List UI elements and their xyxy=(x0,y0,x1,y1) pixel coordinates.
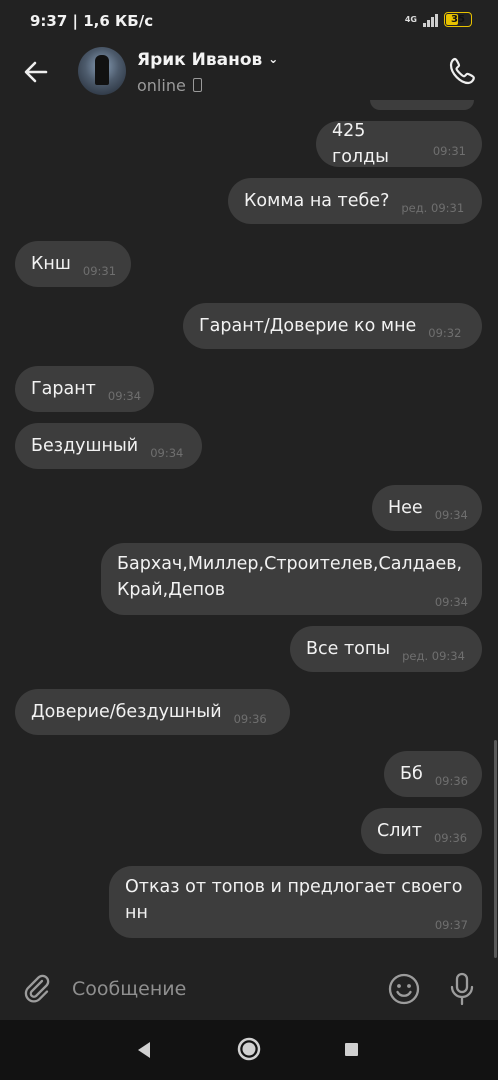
message-bubble-out[interactable]: Бархач,Миллер,Строителев,Салдаев, Край,Д… xyxy=(101,543,482,615)
message-text-line: Край,Депов xyxy=(117,580,226,600)
message-meta: ред. 09:34 xyxy=(402,649,465,663)
chat-header: Ярик Иванов ⌄ online xyxy=(0,42,498,102)
message-bubble-out[interactable]: Отказ от топов и предлогает своего нн 09… xyxy=(109,866,482,938)
presence-status: online xyxy=(137,76,202,95)
battery-icon: 35 xyxy=(444,12,472,27)
message-text: Гарант xyxy=(31,379,96,399)
message-bubble-out[interactable]: Гарант/Доверие ко мне 09:32 xyxy=(183,303,482,349)
microphone-icon[interactable] xyxy=(448,971,476,1007)
phone-icon[interactable] xyxy=(446,54,480,88)
message-time: 09:34 xyxy=(107,389,142,403)
composer-bar xyxy=(0,958,498,1020)
contact-name-button[interactable]: Ярик Иванов ⌄ xyxy=(137,50,278,70)
nav-back-icon[interactable] xyxy=(136,1041,152,1059)
presence-text: online xyxy=(137,76,186,95)
message-bubble-in[interactable]: Гарант 09:34 xyxy=(15,366,154,412)
message-bubble-out[interactable]: 425 голды 09:31 xyxy=(316,121,482,167)
message-bubble-out[interactable]: Бб 09:36 xyxy=(384,751,482,797)
message-text: Кнш xyxy=(31,254,71,274)
message-text-line: нн xyxy=(125,903,148,923)
message-bubble-in[interactable]: Доверие/бездушный 09:36 xyxy=(15,689,290,735)
message-text: 425 голды xyxy=(332,121,390,167)
message-text: Бб xyxy=(400,764,423,784)
nav-home-icon[interactable] xyxy=(237,1037,261,1061)
message-time: 09:37 xyxy=(434,918,468,932)
message-time: 09:34 xyxy=(150,446,184,460)
network-type: 4G xyxy=(404,14,417,24)
avatar[interactable] xyxy=(78,47,126,95)
edited-label: ред. xyxy=(401,201,428,215)
message-text: Нее xyxy=(388,498,423,518)
mobile-device-icon xyxy=(192,78,202,92)
paperclip-icon[interactable] xyxy=(22,972,52,1004)
message-time: 09:36 xyxy=(434,774,468,788)
message-text: Гарант/Доверие ко мне xyxy=(199,316,417,336)
arrow-left-icon[interactable] xyxy=(20,56,52,88)
message-time: 09:36 xyxy=(233,712,267,726)
nav-recents-icon[interactable] xyxy=(345,1043,358,1056)
message-text: Все топы xyxy=(306,639,391,659)
message-meta: ред. 09:31 xyxy=(401,201,464,215)
system-nav-bar xyxy=(0,1020,498,1080)
message-input[interactable] xyxy=(72,974,362,1004)
message-text: Бездушный xyxy=(31,436,139,456)
contact-name: Ярик Иванов xyxy=(137,50,263,70)
status-time: 9:37 | 1,6 КБ/с xyxy=(30,12,154,30)
message-time: 09:32 xyxy=(428,326,462,340)
message-text-line: Бархач,Миллер,Строителев,Салдаев, xyxy=(117,554,463,574)
message-text: Комма на тебе? xyxy=(244,191,390,211)
message-bubble-out[interactable]: Нее 09:34 xyxy=(372,485,482,531)
message-time: 09:34 xyxy=(434,508,468,522)
message-text-line: Отказ от топов и предлогает своего xyxy=(125,877,463,897)
message-bubble-out[interactable]: Комма на тебе? ред. 09:31 xyxy=(228,178,482,224)
message-bubble-in[interactable]: Кнш 09:31 xyxy=(15,241,131,287)
message-bubble-out[interactable]: Слит 09:36 xyxy=(361,808,482,854)
signal-icon xyxy=(423,13,438,27)
edited-label: ред. xyxy=(402,649,429,663)
message-time: 09:34 xyxy=(434,595,468,609)
chevron-down-icon: ⌄ xyxy=(268,52,279,66)
message-bubble-out[interactable]: Все топы ред. 09:34 xyxy=(290,626,482,672)
smile-icon[interactable] xyxy=(387,972,421,1006)
message-bubble xyxy=(370,100,474,110)
scrollbar[interactable] xyxy=(494,740,497,958)
status-bar: 9:37 | 1,6 КБ/с 4G 35 xyxy=(0,0,498,42)
message-time: 09:31 xyxy=(432,144,466,158)
message-text: Слит xyxy=(377,821,422,841)
battery-level: 35 xyxy=(451,14,465,25)
message-time: 09:34 xyxy=(431,649,465,663)
message-list[interactable]: 425 голды 09:31 Комма на тебе? ред. 09:3… xyxy=(0,100,498,958)
message-text: Доверие/бездушный xyxy=(31,702,222,722)
message-time: 09:36 xyxy=(433,831,468,845)
message-bubble-in[interactable]: Бездушный 09:34 xyxy=(15,423,202,469)
message-time: 09:31 xyxy=(431,201,465,215)
message-time: 09:31 xyxy=(82,264,117,278)
status-icons: 4G 35 xyxy=(405,12,472,27)
